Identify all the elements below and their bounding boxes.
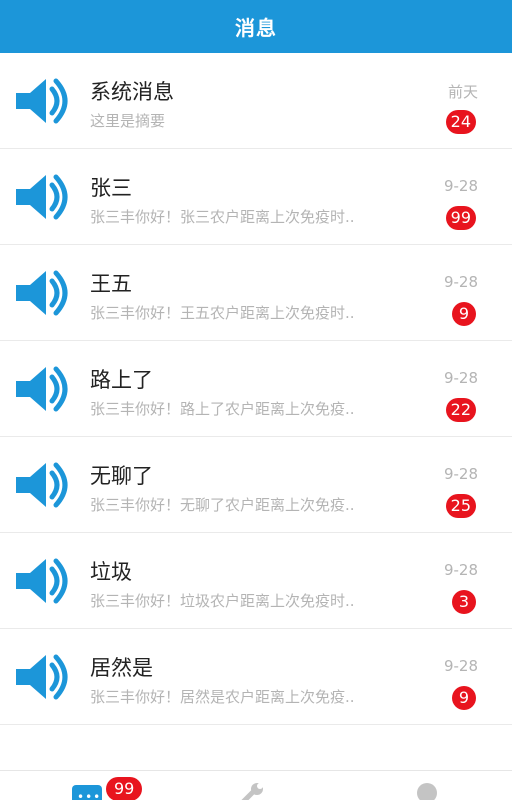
message-preview: 张三丰你好！路上了农户距离上次免疫.. [90, 400, 355, 418]
message-title: 系统消息 [90, 80, 174, 104]
message-preview: 这里是摘要 [90, 112, 166, 130]
message-row-wuliaole[interactable]: 无聊了 张三丰你好！无聊了农户距离上次免疫.. 9-28 25 [0, 437, 512, 533]
speaker-icon [16, 174, 68, 220]
message-row-juranshi[interactable]: 居然是 张三丰你好！居然是农户距离上次免疫.. 9-28 9 [0, 629, 512, 725]
speaker-icon [16, 78, 68, 124]
page-title: 消息 [235, 16, 277, 40]
message-row-zhangsan[interactable]: 张三 张三丰你好！张三农户距离上次免疫时.. 9-28 99 [0, 149, 512, 245]
speaker-icon [16, 558, 68, 604]
unread-badge: 9 [452, 686, 476, 710]
message-time: 9-28 [443, 465, 478, 483]
message-title: 路上了 [90, 368, 153, 392]
message-preview: 张三丰你好！王五农户距离上次免疫时.. [90, 304, 355, 322]
header-bar: 消息 [0, 0, 512, 53]
message-title: 王五 [90, 272, 132, 296]
tab-me[interactable] [405, 771, 455, 800]
message-time: 9-28 [443, 561, 478, 579]
tab-messages[interactable]: ••• 99 [60, 771, 160, 800]
speaker-icon [16, 462, 68, 508]
unread-badge: 99 [445, 206, 476, 230]
message-preview: 张三丰你好！垃圾农户距离上次免疫时.. [90, 592, 355, 610]
unread-badge: 3 [452, 590, 476, 614]
unread-badge: 9 [452, 302, 476, 326]
tab-tools[interactable] [230, 771, 280, 800]
bottom-tab-bar: ••• 99 [0, 770, 512, 800]
speaker-icon [16, 654, 68, 700]
speaker-icon [16, 270, 68, 316]
message-title: 垃圾 [90, 560, 132, 584]
unread-badge: 22 [445, 398, 476, 422]
message-row-system[interactable]: 系统消息 这里是摘要 前天 24 [0, 53, 512, 149]
speaker-icon [16, 366, 68, 412]
message-row-wangwu[interactable]: 王五 张三丰你好！王五农户距离上次免疫时.. 9-28 9 [0, 245, 512, 341]
person-icon [417, 783, 437, 800]
message-title: 张三 [90, 176, 132, 200]
message-title: 居然是 [90, 656, 153, 680]
message-time: 9-28 [443, 177, 478, 195]
message-preview: 张三丰你好！张三农户距离上次免疫时.. [90, 208, 355, 226]
message-list: 系统消息 这里是摘要 前天 24 张三 张三丰你好！张三农户距离上次免疫时.. … [0, 53, 512, 725]
unread-badge: 24 [445, 110, 476, 134]
app-root: 消息 系统消息 这里是摘要 前天 24 张三 张三丰你好！张三农户距离上次免疫时… [0, 0, 512, 800]
message-title: 无聊了 [90, 464, 153, 488]
message-row-lushangle[interactable]: 路上了 张三丰你好！路上了农户距离上次免疫.. 9-28 22 [0, 341, 512, 437]
message-time: 9-28 [443, 369, 478, 387]
message-row-laji[interactable]: 垃圾 张三丰你好！垃圾农户距离上次免疫时.. 9-28 3 [0, 533, 512, 629]
wrench-icon [241, 783, 263, 800]
message-time: 前天 [447, 83, 478, 101]
message-preview: 张三丰你好！无聊了农户距离上次免疫.. [90, 496, 355, 514]
message-preview: 张三丰你好！居然是农户距离上次免疫.. [90, 688, 355, 706]
tab-unread-badge: 99 [106, 777, 143, 800]
message-time: 9-28 [443, 657, 478, 675]
chat-bubble-icon: ••• [72, 785, 102, 800]
unread-badge: 25 [445, 494, 476, 518]
message-time: 9-28 [443, 273, 478, 291]
